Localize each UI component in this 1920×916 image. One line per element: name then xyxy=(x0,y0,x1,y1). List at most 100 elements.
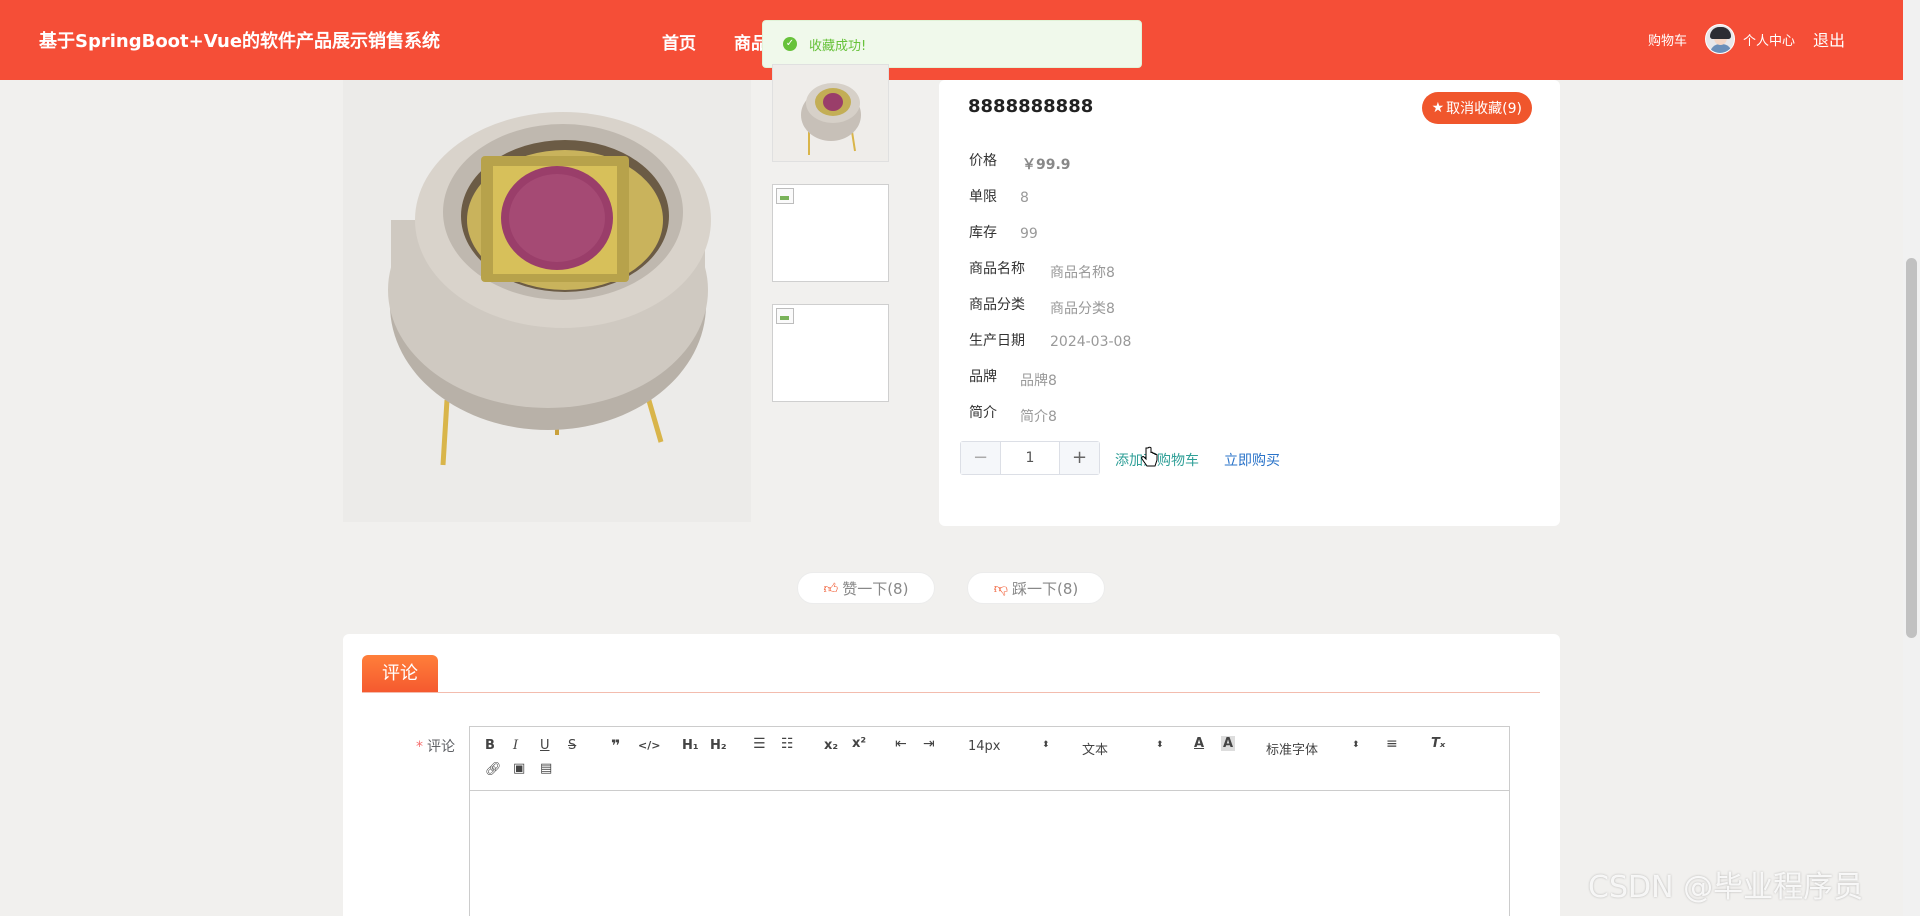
video-icon[interactable]: ▤ xyxy=(540,761,552,776)
product-name: 8888888888 xyxy=(968,96,1094,117)
broken-image-icon xyxy=(776,308,794,324)
broken-image-icon xyxy=(776,188,794,204)
chevron-updown-icon: ⬍ xyxy=(1156,740,1164,750)
size-select[interactable]: 14px ⬍ xyxy=(968,739,1050,754)
header-select-value: 文本 xyxy=(1082,743,1109,758)
quantity-input[interactable] xyxy=(1001,442,1059,474)
link-icon[interactable]: 🔗︎ xyxy=(485,762,502,777)
header-user-area: 购物车 个人中心 退出 xyxy=(1648,24,1845,54)
outdent-icon[interactable]: ⇤ xyxy=(895,736,907,752)
dislike-button[interactable]: 👎︎ 踩一下(8) xyxy=(967,572,1105,604)
attr-label: 价格 xyxy=(969,153,997,169)
thumbnail-photo xyxy=(773,65,888,161)
watermark: CSDN @毕业程序员 xyxy=(1588,870,1864,905)
bullet-list-icon[interactable]: ☷ xyxy=(781,736,794,752)
thumbnail-list xyxy=(772,64,889,424)
code-block-icon[interactable]: </> xyxy=(638,739,660,752)
font-select-value: 标准字体 xyxy=(1266,743,1319,758)
main-nav: 首页 商品 xyxy=(662,29,768,54)
comment-label-text: 评论 xyxy=(427,739,455,755)
decrease-button[interactable]: − xyxy=(961,442,1001,474)
like-label: 赞一下(8) xyxy=(842,579,909,598)
chevron-updown-icon: ⬍ xyxy=(1352,740,1360,750)
attr-value: 商品名称8 xyxy=(1050,265,1115,281)
subscript-icon[interactable]: x₂ xyxy=(824,738,838,753)
unfavorite-button[interactable]: ★ 取消收藏(9) xyxy=(1421,92,1532,124)
attr-label: 商品名称 xyxy=(969,261,1025,277)
scrollbar-thumb[interactable] xyxy=(1906,258,1917,638)
attr-label: 简介 xyxy=(969,405,997,421)
tab-comments[interactable]: 评论 xyxy=(362,655,438,692)
attr-stock: 库存 99 xyxy=(969,222,1038,242)
editor-toolbar: B I U S ❞ </> H₁ H₂ ☰ ☷ x₂ x² ⇤ ⇥ 14px ⬍ … xyxy=(470,727,1509,791)
toast-message: 收藏成功! xyxy=(809,38,867,54)
cart-link[interactable]: 购物车 xyxy=(1648,30,1687,49)
product-info-panel: 8888888888 ★ 取消收藏(9) 价格 ￥99.9 单限 8 库存 99… xyxy=(939,80,1560,526)
thumbnail-1[interactable] xyxy=(772,64,889,162)
attr-value: 商品分类8 xyxy=(1050,301,1115,317)
strike-icon[interactable]: S xyxy=(568,738,576,753)
site-title: 基于SpringBoot+Vue的软件产品展示销售系统 xyxy=(39,31,441,52)
attr-category: 商品分类 商品分类8 xyxy=(969,294,1115,317)
increase-button[interactable]: + xyxy=(1059,442,1099,474)
star-icon: ★ xyxy=(1431,100,1445,116)
avatar[interactable] xyxy=(1704,24,1735,54)
comment-field-label: * 评论 xyxy=(416,736,455,756)
attr-brand: 品牌 品牌8 xyxy=(969,366,1057,389)
background-color-icon[interactable]: A xyxy=(1221,736,1236,751)
thumbnail-2[interactable] xyxy=(772,184,889,282)
image-icon[interactable]: ▣ xyxy=(513,761,525,776)
nav-home[interactable]: 首页 xyxy=(662,29,696,54)
attr-value: ￥99.9 xyxy=(1022,157,1071,173)
attr-intro: 简介 简介8 xyxy=(969,402,1057,425)
profile-link[interactable]: 个人中心 xyxy=(1743,30,1795,49)
attr-label: 品牌 xyxy=(969,369,997,385)
success-toast: ✓ 收藏成功! xyxy=(762,20,1142,68)
comment-editor-content[interactable] xyxy=(470,791,1509,916)
size-select-value: 14px xyxy=(968,739,1001,754)
attr-value: 99 xyxy=(1020,226,1038,242)
ordered-list-icon[interactable]: ☰ xyxy=(753,736,766,752)
indent-icon[interactable]: ⇥ xyxy=(923,736,935,752)
superscript-icon[interactable]: x² xyxy=(852,736,866,751)
attr-price: 价格 ￥99.9 xyxy=(969,150,1071,173)
clear-format-icon[interactable]: Tₓ xyxy=(1431,736,1445,751)
required-mark: * xyxy=(416,739,423,755)
header-select[interactable]: 文本 ⬍ xyxy=(1082,739,1164,758)
rich-text-editor: B I U S ❞ </> H₁ H₂ ☰ ☷ x₂ x² ⇤ ⇥ 14px ⬍ … xyxy=(469,726,1510,916)
font-select[interactable]: 标准字体 ⬍ xyxy=(1266,739,1360,758)
page-scrollbar[interactable] xyxy=(1903,0,1920,916)
heading-2-icon[interactable]: H₂ xyxy=(710,738,727,753)
attr-name: 商品名称 商品名称8 xyxy=(969,258,1115,281)
attr-label: 生产日期 xyxy=(969,333,1025,349)
tab-divider xyxy=(362,692,1540,693)
hand-cursor-icon xyxy=(1141,446,1158,467)
thumbnail-3[interactable] xyxy=(772,304,889,402)
attr-label: 库存 xyxy=(969,225,997,241)
thumbs-down-icon: 👎︎ xyxy=(993,580,1008,597)
blockquote-icon[interactable]: ❞ xyxy=(611,736,620,755)
chevron-updown-icon: ⬍ xyxy=(1042,740,1050,750)
dislike-label: 踩一下(8) xyxy=(1011,579,1079,598)
thumbs-up-icon: 👍︎ xyxy=(823,580,839,597)
italic-icon[interactable]: I xyxy=(513,738,518,753)
bold-icon[interactable]: B xyxy=(485,738,495,753)
font-color-icon[interactable]: A xyxy=(1194,736,1204,751)
logout-link[interactable]: 退出 xyxy=(1813,27,1845,51)
buy-now-button[interactable]: 立即购买 xyxy=(1224,450,1280,470)
attr-label: 商品分类 xyxy=(969,297,1025,313)
underline-icon[interactable]: U xyxy=(540,738,550,753)
align-icon[interactable]: ≡ xyxy=(1386,736,1398,752)
attr-value: 2024-03-08 xyxy=(1050,334,1132,350)
attr-date: 生产日期 2024-03-08 xyxy=(969,330,1131,350)
attr-value: 简介8 xyxy=(1020,409,1057,425)
attr-limit: 单限 8 xyxy=(969,186,1029,206)
attr-value: 品牌8 xyxy=(1020,373,1057,389)
product-main-image[interactable] xyxy=(343,80,751,522)
heading-1-icon[interactable]: H₁ xyxy=(682,738,699,753)
like-button[interactable]: 👍︎ 赞一下(8) xyxy=(797,572,935,604)
quantity-stepper: − + xyxy=(960,441,1100,475)
success-check-icon: ✓ xyxy=(783,37,797,51)
attr-label: 单限 xyxy=(969,189,997,205)
unfavorite-label: 取消收藏(9) xyxy=(1446,101,1522,117)
